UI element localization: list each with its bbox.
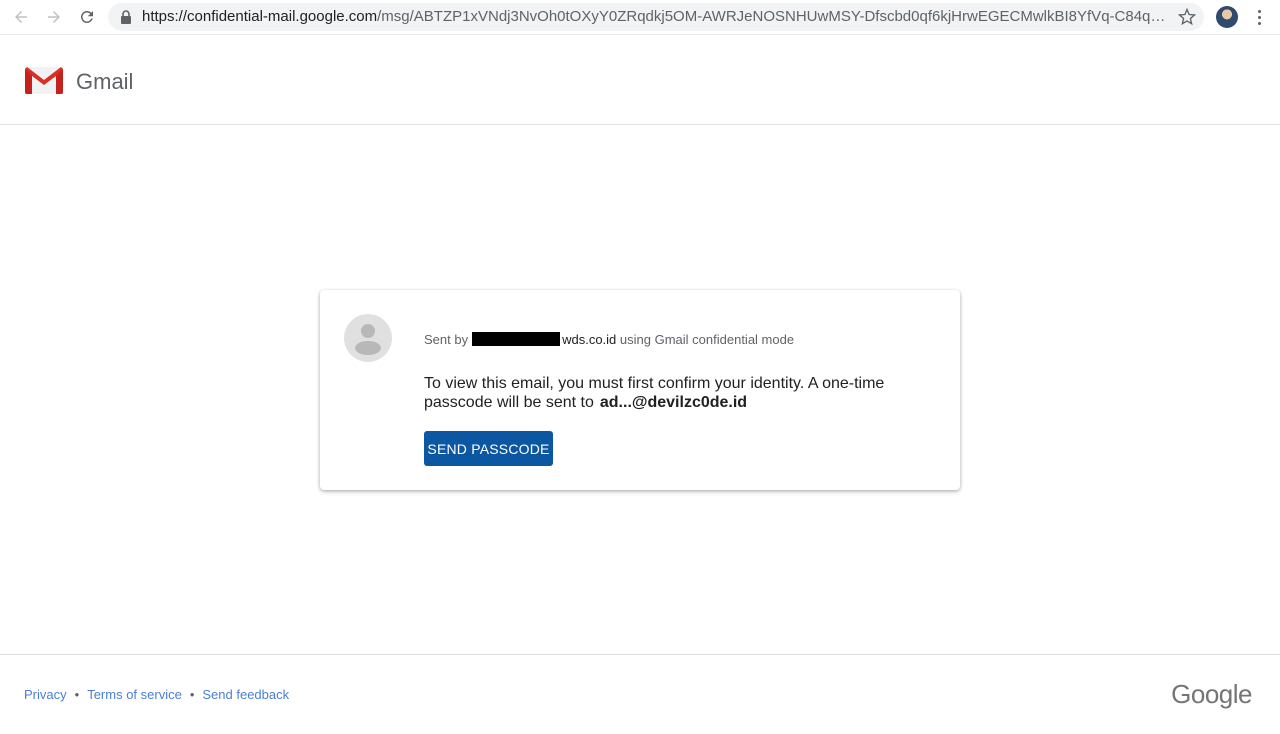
reload-button[interactable] xyxy=(76,6,98,28)
forward-button[interactable] xyxy=(43,6,65,28)
separator-dot: • xyxy=(189,687,195,702)
back-button[interactable] xyxy=(10,6,32,28)
google-logo: Google xyxy=(1171,679,1252,709)
url-path: /msg/ABTZP1xVNdj3NvOh0tOXyY0ZRqdkj5OM-AW… xyxy=(377,8,1172,25)
url-text: https://confidential-mail.google.com/msg… xyxy=(142,8,1172,26)
privacy-link[interactable]: Privacy xyxy=(24,687,67,702)
sender-line: Sent by wds.co.id using Gmail confidentia… xyxy=(424,332,794,347)
url-host: https://confidential-mail.google.com xyxy=(142,8,378,25)
verify-message: To view this email, you must first confi… xyxy=(424,374,924,412)
person-icon xyxy=(355,324,381,355)
footer-links: Privacy • Terms of service • Send feedback xyxy=(24,687,289,702)
separator-dot: • xyxy=(74,687,80,702)
send-feedback-link[interactable]: Send feedback xyxy=(202,687,289,702)
back-arrow-icon xyxy=(15,11,27,23)
browser-toolbar: https://confidential-mail.google.com/msg… xyxy=(0,0,1280,35)
app-header: Gmail xyxy=(0,36,1280,125)
app-name: Gmail xyxy=(76,69,134,94)
terms-link[interactable]: Terms of service xyxy=(87,687,182,702)
browser-menu-icon[interactable] xyxy=(1252,6,1266,28)
gmail-logo-icon[interactable] xyxy=(24,65,64,95)
lock-icon xyxy=(121,10,131,24)
sender-domain: wds.co.id xyxy=(562,332,617,347)
sent-by-label: Sent by xyxy=(424,332,469,347)
bookmark-star-icon[interactable] xyxy=(1178,8,1196,26)
footer: Privacy • Terms of service • Send feedback G… xyxy=(0,654,1280,734)
reload-icon xyxy=(80,10,93,23)
address-bar[interactable]: https://confidential-mail.google.com/msg… xyxy=(108,3,1204,31)
confidential-card: Sent by wds.co.id using Gmail confidentia… xyxy=(320,290,960,490)
forward-arrow-icon xyxy=(48,11,60,23)
confidential-mode-label: using Gmail confidential mode xyxy=(619,332,795,347)
recipient-email: ad...@devilzc0de.id xyxy=(599,394,748,411)
sender-avatar xyxy=(344,314,392,362)
profile-avatar[interactable] xyxy=(1216,6,1238,28)
send-passcode-button[interactable]: SEND PASSCODE xyxy=(424,431,553,466)
redacted-sender xyxy=(472,332,561,346)
